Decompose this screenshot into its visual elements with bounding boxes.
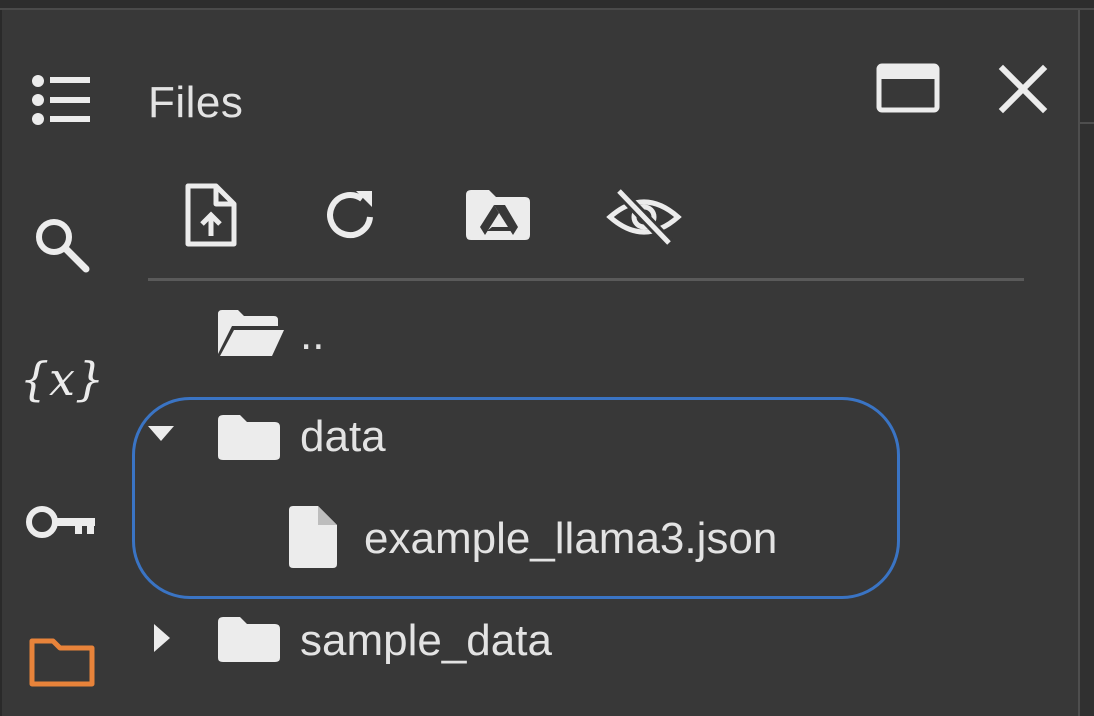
upload-file-icon[interactable] xyxy=(180,182,242,248)
hide-hidden-files-icon[interactable] xyxy=(604,186,684,248)
key-icon[interactable] xyxy=(24,500,100,544)
table-of-contents-icon[interactable] xyxy=(28,70,94,130)
refresh-icon[interactable] xyxy=(320,186,382,244)
folder-closed-icon xyxy=(216,614,282,669)
variables-icon[interactable]: {x} xyxy=(22,345,102,415)
tree-label-sample-data: sample_data xyxy=(300,616,552,665)
editor-edge-divider xyxy=(1080,122,1094,124)
folder-open-icon xyxy=(214,306,286,365)
editor-edge xyxy=(1078,10,1094,716)
tree-label-parent: .. xyxy=(300,310,325,359)
tree-row-sample-data[interactable]: sample_data xyxy=(140,602,900,682)
svg-text:{x}: {x} xyxy=(22,352,102,406)
open-in-tab-icon[interactable] xyxy=(872,60,944,116)
selection-highlight xyxy=(132,397,900,599)
panel-title: Files xyxy=(148,78,244,127)
folder-icon[interactable] xyxy=(26,630,98,690)
tree-row-parent[interactable]: .. xyxy=(148,298,1024,378)
top-border xyxy=(0,0,1094,10)
toolbar-divider xyxy=(148,278,1024,281)
mount-drive-icon[interactable] xyxy=(462,186,534,244)
close-icon[interactable] xyxy=(994,60,1052,118)
search-icon[interactable] xyxy=(28,212,94,274)
chevron-right-icon[interactable] xyxy=(152,622,172,659)
left-border xyxy=(0,10,2,716)
files-panel: {x} Files .. data example_llama3.json sa… xyxy=(0,0,1094,716)
